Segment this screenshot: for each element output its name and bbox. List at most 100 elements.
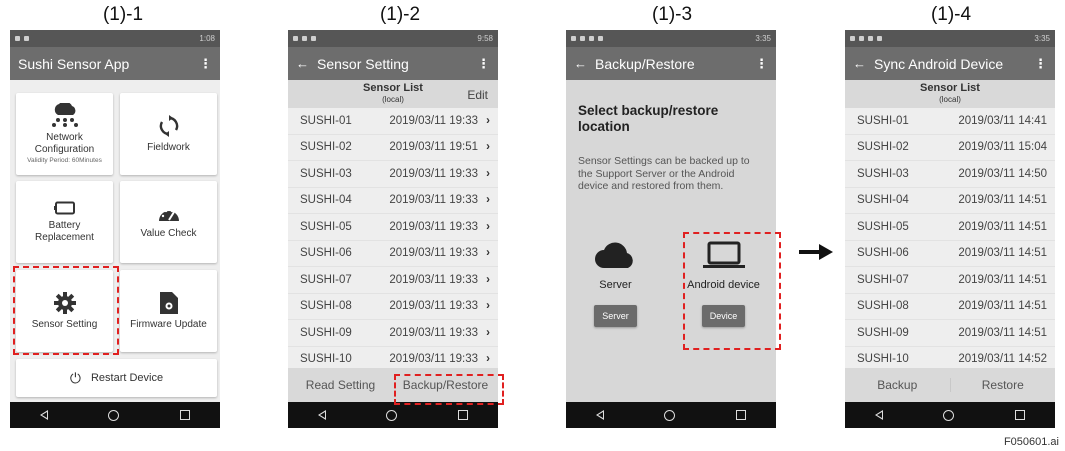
- list-item[interactable]: SUSHI-04 2019/03/11 19:33 ›: [288, 187, 498, 214]
- status-bar: 9:58: [288, 30, 498, 47]
- screen-title: Sensor Setting: [317, 55, 409, 72]
- sensor-date: 2019/03/11 19:33: [389, 247, 478, 260]
- speedometer-icon: [158, 209, 179, 221]
- power-icon: ⏻: [69, 369, 81, 386]
- tile-battery-replacement[interactable]: Battery Replacement: [16, 181, 113, 263]
- sensor-name: SUSHI-04: [300, 194, 352, 207]
- sensor-date: 2019/03/11 19:33: [389, 353, 478, 366]
- back-arrow-icon[interactable]: ←: [296, 56, 309, 71]
- server-option: Server Server: [568, 240, 663, 327]
- home-nav-icon[interactable]: [386, 409, 398, 421]
- highlight-backup-restore: [394, 374, 504, 405]
- figure-id: F050601.ai: [1003, 436, 1059, 448]
- caption-1-2: (1)-2: [379, 4, 421, 25]
- nav-bar: [10, 402, 220, 428]
- list-title: Sensor List: [363, 82, 423, 94]
- sensor-date: 2019/03/11 14:51: [958, 194, 1047, 207]
- sensor-date: 2019/03/11 19:33: [389, 273, 478, 286]
- back-nav-icon[interactable]: [318, 410, 327, 420]
- restore-button[interactable]: Restore: [951, 378, 1056, 392]
- recents-nav-icon[interactable]: [457, 410, 468, 420]
- chevron-right-icon: ›: [486, 194, 490, 207]
- list-item[interactable]: SUSHI-03 2019/03/11 14:50: [845, 161, 1055, 188]
- chevron-right-icon: ›: [486, 141, 490, 154]
- list-item[interactable]: SUSHI-03 2019/03/11 19:33 ›: [288, 161, 498, 188]
- list-item[interactable]: SUSHI-02 2019/03/11 19:51 ›: [288, 134, 498, 161]
- read-setting-button[interactable]: Read Setting: [288, 378, 393, 392]
- recents-nav-icon[interactable]: [735, 410, 746, 420]
- cloud-network-icon: [51, 103, 78, 127]
- tile-value-check[interactable]: Value Check: [120, 181, 217, 263]
- sensor-date: 2019/03/11 14:51: [958, 273, 1047, 286]
- sensor-date: 2019/03/11 14:51: [958, 326, 1047, 339]
- list-item[interactable]: SUSHI-06 2019/03/11 19:33 ›: [288, 240, 498, 267]
- recents-nav-icon[interactable]: [1014, 410, 1025, 420]
- home-nav-icon[interactable]: [108, 409, 120, 421]
- tile-label: Battery Replacement: [35, 219, 94, 243]
- sensor-name: SUSHI-06: [857, 247, 909, 260]
- status-time: 9:58: [477, 34, 493, 43]
- back-arrow-icon[interactable]: ←: [574, 56, 587, 71]
- list-item[interactable]: SUSHI-06 2019/03/11 14:51: [845, 240, 1055, 267]
- list-item[interactable]: SUSHI-01 2019/03/11 14:41: [845, 108, 1055, 135]
- phone-screen-backup-restore: 3:35 ← Backup/Restore ⋮ Select backup/re…: [566, 30, 776, 428]
- list-item[interactable]: SUSHI-05 2019/03/11 14:51: [845, 214, 1055, 241]
- list-item[interactable]: SUSHI-05 2019/03/11 19:33 ›: [288, 214, 498, 241]
- list-item[interactable]: SUSHI-08 2019/03/11 19:33 ›: [288, 293, 498, 320]
- back-nav-icon[interactable]: [40, 410, 49, 420]
- sensor-date: 2019/03/11 19:33: [389, 114, 478, 127]
- chevron-right-icon: ›: [486, 273, 490, 286]
- tile-label: Value Check: [140, 227, 197, 239]
- status-time: 3:35: [1034, 34, 1050, 43]
- backup-button[interactable]: Backup: [845, 378, 951, 392]
- screen-title: Sync Android Device: [874, 55, 1004, 72]
- sensor-date: 2019/03/11 19:33: [389, 300, 478, 313]
- sensor-name: SUSHI-05: [857, 220, 909, 233]
- edit-button[interactable]: Edit: [467, 88, 488, 102]
- overflow-menu-icon[interactable]: ⋮: [755, 56, 768, 72]
- list-item[interactable]: SUSHI-04 2019/03/11 14:51: [845, 187, 1055, 214]
- home-nav-icon[interactable]: [664, 409, 676, 421]
- list-item[interactable]: SUSHI-02 2019/03/11 15:04: [845, 134, 1055, 161]
- tile-label: Firmware Update: [130, 318, 207, 330]
- server-label: Server: [599, 279, 632, 291]
- chevron-right-icon: ›: [486, 326, 490, 339]
- overflow-menu-icon[interactable]: ⋮: [477, 56, 490, 72]
- sensor-name: SUSHI-04: [857, 194, 909, 207]
- sensor-name: SUSHI-10: [857, 353, 909, 366]
- overflow-menu-icon[interactable]: ⋮: [199, 56, 212, 72]
- caption-1-1: (1)-1: [102, 4, 144, 25]
- status-time: 3:35: [755, 34, 771, 43]
- back-nav-icon[interactable]: [875, 410, 884, 420]
- tile-network-configuration[interactable]: Network Configuration Validity Period: 6…: [16, 93, 113, 175]
- phone-screen-sensor-setting: 9:58 ← Sensor Setting ⋮ Sensor List (loc…: [288, 30, 498, 428]
- list-item[interactable]: SUSHI-01 2019/03/11 19:33 ›: [288, 108, 498, 135]
- sensor-name: SUSHI-01: [857, 114, 909, 127]
- status-time: 1:08: [199, 34, 215, 43]
- list-item[interactable]: SUSHI-09 2019/03/11 19:33 ›: [288, 320, 498, 347]
- tile-firmware-update[interactable]: Firmware Update: [120, 270, 217, 352]
- server-button[interactable]: Server: [594, 305, 637, 327]
- chevron-right-icon: ›: [486, 220, 490, 233]
- firmware-file-icon: [159, 291, 178, 314]
- sensor-date: 2019/03/11 14:51: [958, 247, 1047, 260]
- back-arrow-icon[interactable]: ←: [853, 56, 866, 71]
- phone-screen-home: 1:08 Sushi Sensor App ⋮ Network Configur…: [10, 30, 220, 428]
- home-nav-icon[interactable]: [943, 409, 955, 421]
- tile-fieldwork[interactable]: Fieldwork: [120, 93, 217, 175]
- list-subtitle: (local): [939, 95, 961, 104]
- list-item[interactable]: SUSHI-09 2019/03/11 14:51: [845, 320, 1055, 347]
- sensor-name: SUSHI-08: [857, 300, 909, 313]
- sensor-date: 2019/03/11 15:04: [958, 141, 1047, 154]
- back-nav-icon[interactable]: [596, 410, 605, 420]
- list-item[interactable]: SUSHI-07 2019/03/11 19:33 ›: [288, 267, 498, 294]
- recents-nav-icon[interactable]: [179, 410, 190, 420]
- list-item[interactable]: SUSHI-08 2019/03/11 14:51: [845, 293, 1055, 320]
- sensor-date: 2019/03/11 19:33: [389, 167, 478, 180]
- app-bar: Sushi Sensor App ⋮: [10, 47, 220, 80]
- sensor-date: 2019/03/11 14:51: [958, 300, 1047, 313]
- list-item[interactable]: SUSHI-07 2019/03/11 14:51: [845, 267, 1055, 294]
- caption-1-4: (1)-4: [930, 4, 972, 25]
- restart-device-button[interactable]: ⏻ Restart Device: [16, 359, 217, 397]
- overflow-menu-icon[interactable]: ⋮: [1034, 56, 1047, 72]
